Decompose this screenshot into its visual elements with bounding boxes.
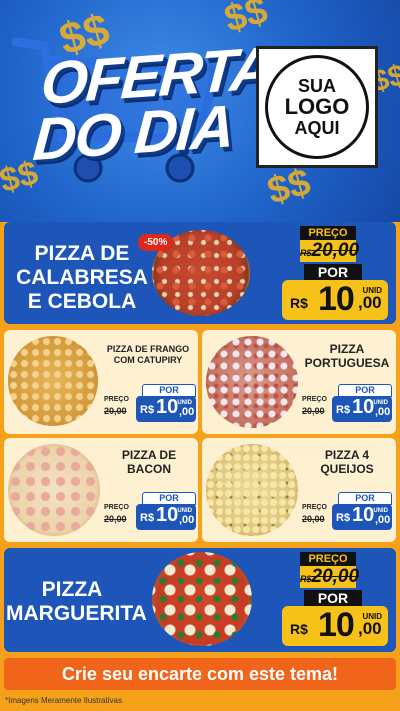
old-price: 20,00 bbox=[104, 406, 127, 416]
price-integer: 10 bbox=[318, 280, 355, 318]
old-price: 20,00 bbox=[302, 406, 325, 416]
currency-symbol: R$ bbox=[290, 295, 308, 311]
price-cents: ,00 bbox=[358, 619, 382, 638]
product-name: PIZZA MARGUERITA bbox=[6, 578, 147, 626]
old-price-value: 20,00 bbox=[311, 240, 360, 261]
price-label-por: POR bbox=[304, 264, 362, 280]
unit-label: UNID bbox=[177, 400, 192, 406]
logo-text-line-3: AQUI bbox=[294, 117, 340, 138]
currency-symbol: R$ bbox=[140, 512, 155, 524]
price-label-preco: PREÇO bbox=[302, 504, 327, 511]
price-label-preco: PREÇO bbox=[302, 396, 327, 403]
new-price: R$ 10 ,00 UNID bbox=[332, 504, 392, 530]
new-price: R$ 10 ,00 UNID bbox=[282, 606, 388, 646]
pizza-image bbox=[8, 444, 100, 536]
discount-badge: -50% bbox=[138, 234, 174, 251]
price-integer: 10 bbox=[156, 504, 179, 526]
price-label-preco: PREÇO bbox=[104, 396, 129, 403]
currency-symbol: R$ bbox=[336, 404, 351, 416]
product-name: PIZZA 4 QUEIJOS bbox=[298, 448, 396, 476]
pizza-image bbox=[8, 336, 98, 426]
product-name: PIZZA DE CALABRESA E CEBOLA bbox=[12, 242, 152, 314]
featured-card-calabresa[interactable]: PIZZA DE CALABRESA E CEBOLA -50% PREÇO R… bbox=[4, 222, 396, 324]
product-card-bacon[interactable]: PIZZA DE BACON POR PREÇO 20,00 R$ 10 ,00… bbox=[4, 438, 198, 542]
product-name-line: MARGUERITA bbox=[6, 602, 147, 625]
product-name-line: QUEIJOS bbox=[320, 462, 374, 476]
old-price-value: 20,00 bbox=[311, 566, 360, 587]
featured-card-marguerita[interactable]: PIZZA MARGUERITA PREÇO R$20,00 POR R$ 10… bbox=[4, 548, 396, 652]
unit-label: UNID bbox=[373, 400, 388, 406]
logo-text-line-2: LOGO bbox=[284, 94, 350, 120]
logo-text-line-1: SUA bbox=[297, 75, 336, 96]
product-name: PIZZA DE BACON bbox=[100, 448, 198, 476]
product-card-portuguesa[interactable]: PIZZA PORTUGUESA POR PREÇO 20,00 R$ 10 ,… bbox=[202, 330, 396, 434]
price-cents: ,00 bbox=[375, 514, 391, 526]
price-integer: 10 bbox=[156, 396, 179, 418]
unit-label: UNID bbox=[362, 612, 382, 621]
disclaimer-text: *Imagens Meramente Ilustrativas bbox=[5, 696, 122, 705]
new-price: R$ 10 ,00 UNID bbox=[282, 280, 388, 320]
product-name: PIZZA PORTUGUESA bbox=[298, 342, 396, 370]
pizza-image bbox=[206, 336, 298, 428]
product-name-line: PIZZA bbox=[329, 342, 365, 356]
header-banner: $$ $$ $$ $$ $$ OFERTA DO DIA SUA LOGO AQ… bbox=[0, 0, 400, 222]
product-name-line: PIZZA DE FRANGO bbox=[106, 344, 190, 354]
product-card-4-queijos[interactable]: PIZZA 4 QUEIJOS POR PREÇO 20,00 R$ 10 ,0… bbox=[202, 438, 396, 542]
price-cents: ,00 bbox=[179, 406, 195, 418]
product-name-line: BACON bbox=[127, 462, 171, 476]
price-label-preco: PREÇO bbox=[300, 226, 356, 240]
price-integer: 10 bbox=[352, 504, 375, 526]
unit-label: UNID bbox=[373, 508, 388, 514]
old-price: 20,00 bbox=[302, 514, 325, 524]
unit-label: UNID bbox=[177, 508, 192, 514]
currency-symbol: R$ bbox=[336, 512, 351, 524]
new-price: R$ 10 ,00 UNID bbox=[136, 396, 196, 422]
product-name-line: E CEBOLA bbox=[27, 290, 137, 313]
price-label-por: POR bbox=[304, 590, 362, 606]
product-card-frango[interactable]: PIZZA DE FRANGO COM CATUPIRY POR PREÇO 2… bbox=[4, 330, 198, 434]
cta-banner[interactable]: Crie seu encarte com este tema! bbox=[4, 658, 396, 690]
product-name-line: COM CATUPIRY bbox=[113, 355, 183, 365]
unit-label: UNID bbox=[362, 286, 382, 295]
old-price: R$20,00 bbox=[300, 566, 360, 588]
dollar-sign-decoration: $$ bbox=[263, 161, 315, 213]
price-cents: ,00 bbox=[375, 406, 391, 418]
product-name-line: PIZZA bbox=[41, 578, 103, 601]
product-name-line: PIZZA 4 bbox=[324, 448, 370, 462]
page-title: OFERTA DO DIA bbox=[31, 34, 275, 173]
logo-circle: SUA LOGO AQUI bbox=[265, 55, 369, 159]
price-integer: 10 bbox=[352, 396, 375, 418]
product-name-line: CALABRESA bbox=[16, 266, 148, 289]
price-label-preco: PREÇO bbox=[300, 552, 356, 566]
price-cents: ,00 bbox=[358, 293, 382, 312]
old-price: R$20,00 bbox=[300, 240, 360, 262]
currency-symbol: R$ bbox=[290, 621, 308, 637]
new-price: R$ 10 ,00 UNID bbox=[136, 504, 196, 530]
price-cents: ,00 bbox=[179, 514, 195, 526]
product-name: PIZZA DE FRANGO COM CATUPIRY bbox=[98, 344, 198, 366]
product-name-line: PIZZA DE bbox=[34, 242, 130, 265]
price-label-preco: PREÇO bbox=[104, 504, 129, 511]
new-price: R$ 10 ,00 UNID bbox=[332, 396, 392, 422]
old-price: 20,00 bbox=[104, 514, 127, 524]
pizza-image bbox=[206, 444, 298, 536]
price-integer: 10 bbox=[318, 606, 355, 644]
product-name-line: PIZZA DE bbox=[121, 448, 177, 462]
logo-placeholder[interactable]: SUA LOGO AQUI bbox=[256, 46, 378, 168]
currency-symbol: R$ bbox=[140, 404, 155, 416]
pizza-image bbox=[152, 552, 252, 646]
product-name-line: PORTUGUESA bbox=[304, 356, 390, 370]
title-line-2: DO DIA bbox=[30, 92, 236, 174]
